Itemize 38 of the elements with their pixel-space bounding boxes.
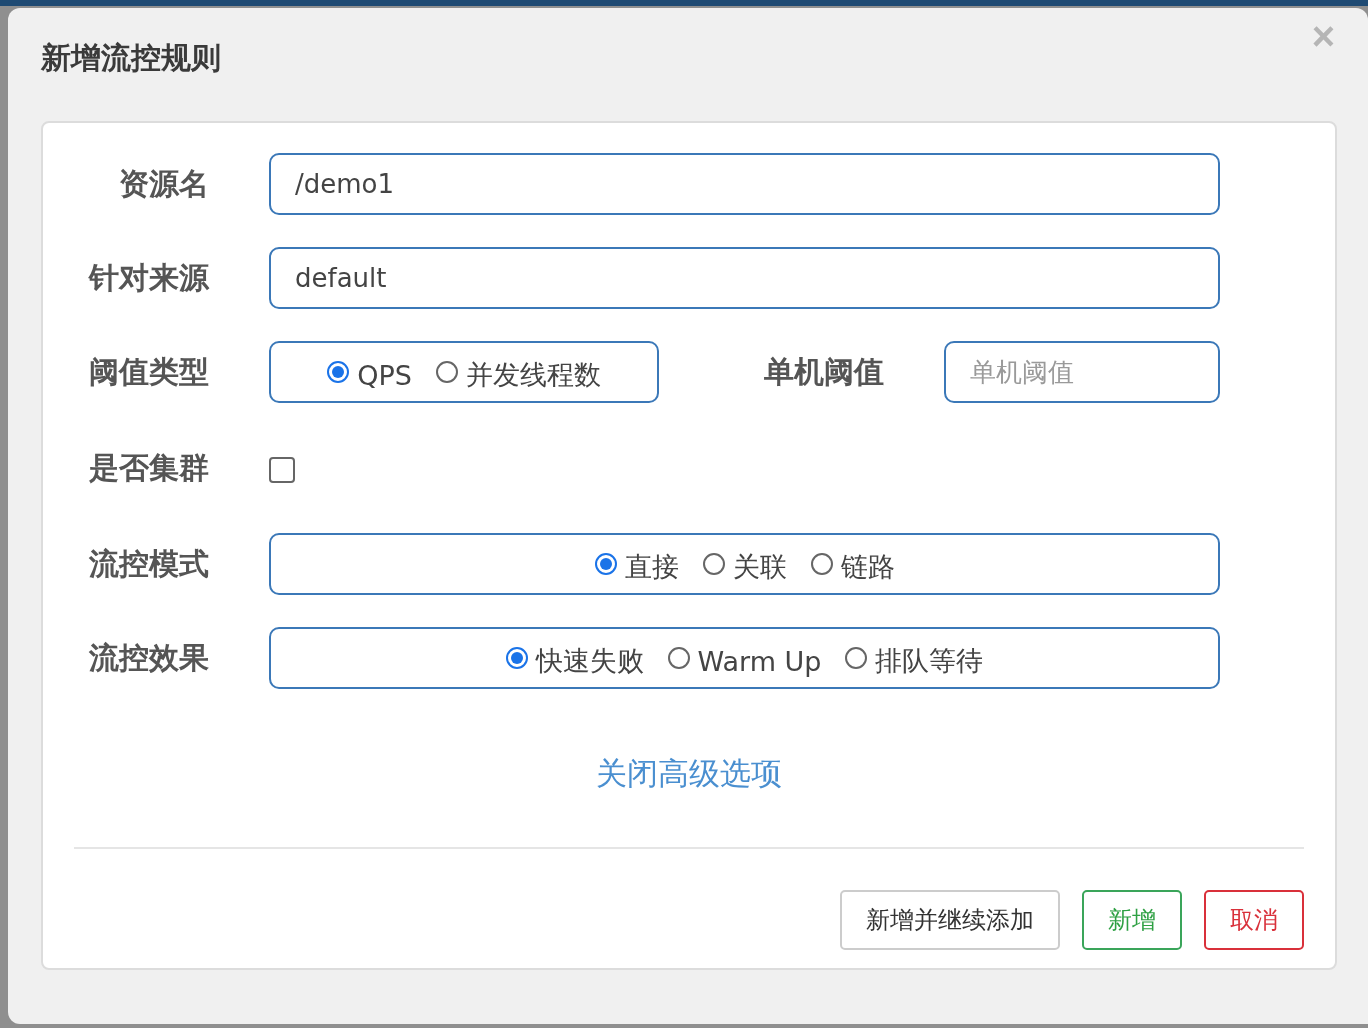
radio-label: 快速失败	[535, 644, 644, 678]
radio-icon[interactable]	[435, 361, 458, 383]
field-label: 流控模式	[88, 544, 209, 583]
radio-option[interactable]: 关联	[702, 549, 787, 585]
radio-icon[interactable]	[845, 647, 868, 669]
field-label: 流控效果	[88, 638, 209, 677]
radio-icon[interactable]	[327, 361, 350, 383]
text-field[interactable]: default	[269, 247, 1220, 309]
radio-option[interactable]: Warm Up	[667, 645, 822, 677]
field-label: 阈值类型	[88, 352, 209, 391]
radio-icon[interactable]	[594, 553, 617, 575]
radio-icon[interactable]	[702, 553, 725, 575]
radio-option[interactable]: 排队等待	[845, 643, 984, 679]
field-label: 针对来源	[87, 258, 209, 297]
radio-label: 并发线程数	[465, 358, 601, 392]
radio-label: 排队等待	[875, 644, 984, 678]
radio-icon[interactable]	[810, 553, 833, 575]
field-label: 资源名	[118, 164, 209, 203]
radio-label: 关联	[732, 550, 787, 584]
radio-option[interactable]: 快速失败	[505, 643, 644, 679]
radio-option[interactable]: 并发线程数	[435, 357, 601, 393]
checkbox[interactable]	[269, 457, 295, 483]
radio-label: QPS	[357, 359, 412, 391]
radio-label: 链路	[840, 550, 895, 584]
text-field[interactable]: /demo1	[269, 153, 1220, 215]
field-label: 是否集群	[88, 448, 209, 487]
radio-option[interactable]: 链路	[810, 549, 895, 585]
radio-option[interactable]: QPS	[327, 359, 412, 391]
dialog-title: 新增流控规则	[41, 39, 221, 77]
radio-icon[interactable]	[505, 647, 528, 669]
threshold-field[interactable]: 单机阈值	[944, 341, 1220, 403]
field-label: 单机阈值	[764, 352, 884, 391]
radio-label: Warm Up	[697, 645, 822, 677]
dialog-button[interactable]: 取消	[1204, 890, 1304, 950]
dialog-button[interactable]: 新增并继续添加	[840, 890, 1060, 950]
radio-option[interactable]: 直接	[594, 549, 679, 585]
radio-label: 直接	[624, 550, 679, 584]
radio-icon[interactable]	[667, 647, 690, 669]
